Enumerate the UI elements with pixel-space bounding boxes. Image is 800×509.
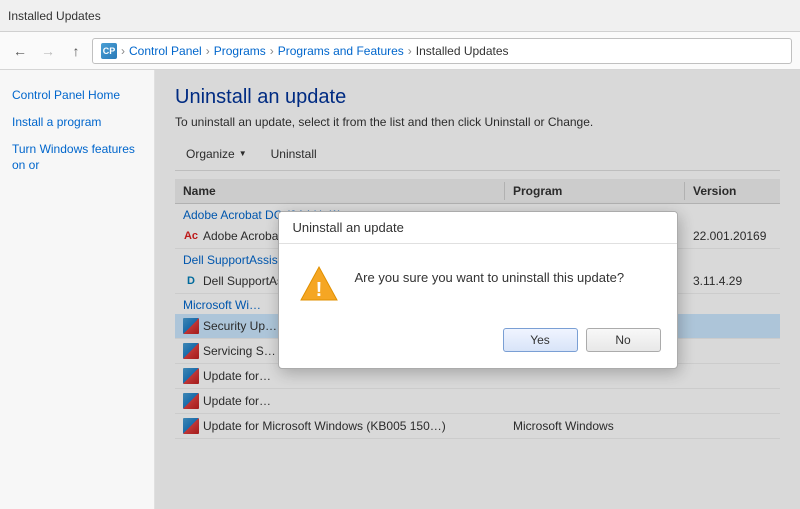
breadcrumb-programs[interactable]: Programs (214, 44, 266, 58)
breadcrumb: CP › Control Panel › Programs › Programs… (92, 38, 792, 64)
sidebar-item-cp-home[interactable]: Control Panel Home (0, 82, 154, 109)
dialog-body: ! Are you sure you want to uninstall thi… (279, 244, 677, 320)
breadcrumb-programs-features[interactable]: Programs and Features (278, 44, 404, 58)
dialog-yes-button[interactable]: Yes (503, 328, 578, 352)
up-button[interactable]: ↑ (64, 39, 88, 63)
dialog-overlay: Uninstall an update ! Are you sure you w… (155, 70, 800, 509)
warning-triangle-svg: ! (299, 264, 339, 304)
svg-text:!: ! (315, 279, 322, 301)
dialog-message: Are you sure you want to uninstall this … (355, 264, 625, 288)
breadcrumb-control-panel[interactable]: Control Panel (129, 44, 202, 58)
sidebar: Control Panel Home Install a program Tur… (0, 70, 155, 509)
back-button[interactable]: ← (8, 39, 32, 63)
forward-button[interactable]: → (36, 39, 60, 63)
content-area: Uninstall an update To uninstall an upda… (155, 70, 800, 509)
sidebar-item-install[interactable]: Install a program (0, 109, 154, 136)
title-bar: Installed Updates (0, 0, 800, 32)
cp-icon: CP (101, 43, 117, 59)
main-container: Control Panel Home Install a program Tur… (0, 70, 800, 509)
warning-icon: ! (299, 264, 339, 304)
dialog-title: Uninstall an update (279, 212, 677, 244)
title-bar-text: Installed Updates (8, 9, 101, 23)
address-bar: ← → ↑ CP › Control Panel › Programs › Pr… (0, 32, 800, 70)
breadcrumb-current: Installed Updates (416, 44, 509, 58)
dialog-no-button[interactable]: No (586, 328, 661, 352)
sidebar-item-win-features[interactable]: Turn Windows features on or (0, 136, 154, 180)
dialog: Uninstall an update ! Are you sure you w… (278, 211, 678, 369)
dialog-buttons: Yes No (279, 320, 677, 368)
